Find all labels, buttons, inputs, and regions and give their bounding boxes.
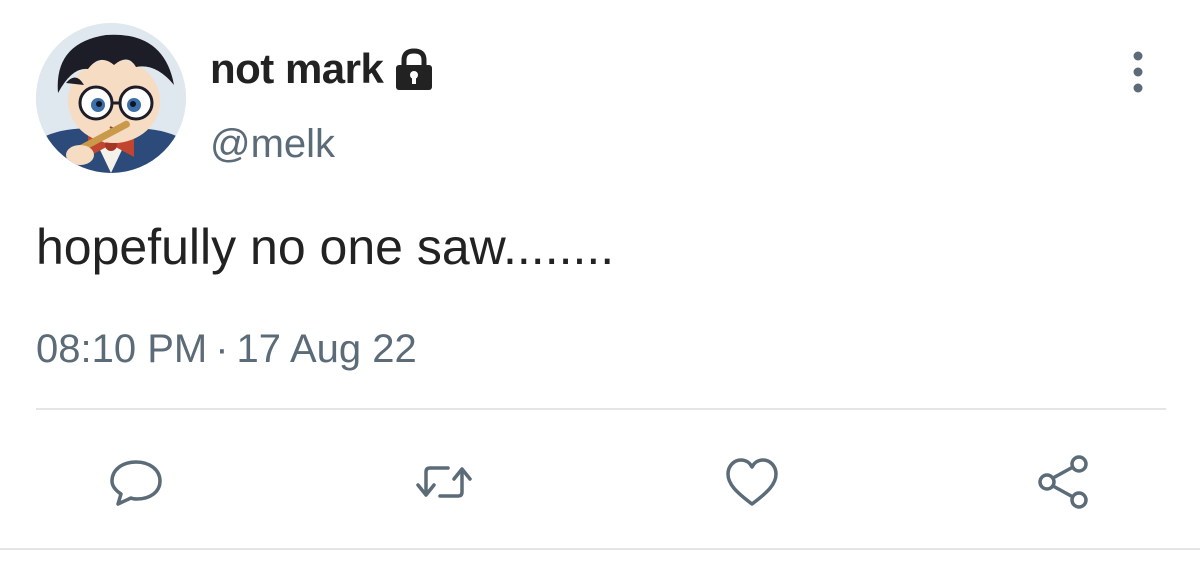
reply-icon — [110, 460, 162, 506]
timestamp-separator: · — [215, 327, 229, 371]
tweet-text: hopefully no one saw........ — [36, 219, 615, 275]
timestamp[interactable]: 08:10 PM · 17 Aug 22 — [36, 324, 417, 374]
lock-icon — [393, 48, 435, 92]
avatar[interactable] — [36, 23, 186, 173]
display-name[interactable]: not mark — [210, 44, 384, 94]
reply-button[interactable] — [106, 452, 166, 512]
vertical-dots-icon — [1133, 51, 1143, 93]
like-button[interactable] — [722, 452, 782, 512]
like-icon — [726, 458, 778, 506]
retweet-icon — [416, 466, 472, 498]
author-name-row: not mark — [210, 44, 435, 94]
divider — [36, 408, 1166, 410]
retweet-button[interactable] — [414, 452, 474, 512]
handle[interactable]: @melk — [210, 120, 335, 168]
avatar-image — [36, 23, 186, 173]
tweet-time: 08:10 PM — [36, 327, 208, 371]
bottom-divider — [0, 548, 1200, 550]
more-options-button[interactable] — [1118, 48, 1158, 96]
tweet-date: 17 Aug 22 — [236, 327, 417, 371]
share-button[interactable] — [1034, 452, 1094, 512]
share-icon — [1038, 455, 1088, 509]
